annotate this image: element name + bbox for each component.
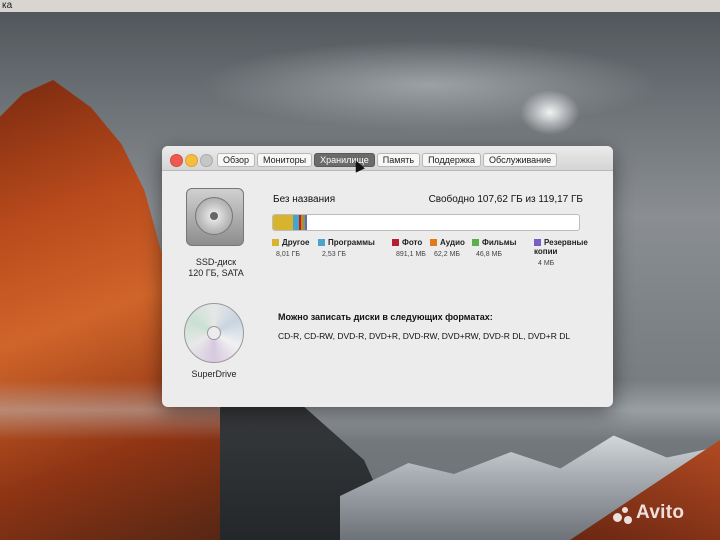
optical-disc-icon	[184, 303, 244, 363]
legend-item: Другое 8,01 ГБ	[272, 238, 310, 258]
legend-label: Аудио	[440, 238, 465, 247]
window-titlebar[interactable]: Обзор Мониторы Хранилище Память Поддержк…	[162, 146, 613, 173]
superdrive-label: SuperDrive	[191, 369, 237, 379]
burn-formats-title: Можно записать диски в следующих формата…	[278, 312, 493, 322]
about-this-mac-window: Обзор Мониторы Хранилище Память Поддержк…	[162, 146, 613, 407]
disk-name: SSD-диск	[195, 257, 237, 267]
usage-segment	[305, 215, 308, 230]
menu-bar-text: ка	[2, 0, 13, 11]
watermark-text: Avito	[636, 502, 685, 523]
tab-bar: Обзор Мониторы Хранилище Память Поддержк…	[217, 153, 558, 167]
storage-legend: Другое 8,01 ГБ Программы 2,53 ГБ Фото 891,1 М…	[272, 238, 612, 267]
legend-label: Другое	[282, 238, 310, 247]
legend-label: Фото	[402, 238, 423, 247]
legend-swatch	[534, 239, 541, 246]
legend-item: Фото 891,1 МБ	[392, 238, 426, 258]
close-button[interactable]	[170, 154, 183, 167]
legend-item: Резервные копии 4 МБ	[534, 238, 612, 267]
legend-swatch	[392, 239, 399, 246]
legend-size: 891,1 МБ	[396, 251, 426, 258]
background-cloud-highlight	[520, 90, 580, 135]
tab-support[interactable]: Поддержка	[422, 153, 482, 167]
storage-usage-bar	[272, 214, 580, 231]
volume-name: Без названия	[273, 194, 336, 205]
legend-swatch	[472, 239, 479, 246]
legend-swatch	[430, 239, 437, 246]
tab-memory[interactable]: Память	[376, 153, 421, 167]
legend-swatch	[272, 239, 279, 246]
legend-item: Аудио 62,2 МБ	[430, 238, 465, 258]
legend-swatch	[318, 239, 325, 246]
usage-segment	[273, 215, 293, 230]
hard-drive-icon	[186, 188, 244, 246]
legend-label: Программы	[328, 238, 375, 247]
legend-item: Фильмы 46,8 МБ	[472, 238, 517, 258]
legend-size: 46,8 МБ	[476, 251, 502, 258]
menu-bar: ка	[0, 0, 720, 12]
legend-label: Фильмы	[482, 238, 517, 247]
zoom-button[interactable]	[200, 154, 213, 167]
legend-item: Программы 2,53 ГБ	[318, 238, 375, 258]
free-space-text: Свободно 107,62 ГБ из 119,17 ГБ	[428, 194, 583, 205]
burn-formats-list: CD-R, CD-RW, DVD-R, DVD+R, DVD-RW, DVD+R…	[278, 331, 571, 341]
tab-overview[interactable]: Обзор	[217, 153, 255, 167]
minimize-button[interactable]	[185, 154, 198, 167]
disk-detail: 120 ГБ, SATA	[188, 268, 244, 278]
legend-size: 8,01 ГБ	[276, 251, 300, 258]
tab-storage[interactable]: Хранилище	[314, 153, 375, 167]
background-cloud	[200, 40, 660, 130]
tab-displays[interactable]: Мониторы	[257, 153, 313, 167]
avito-logo-icon	[613, 505, 633, 525]
legend-label: Резервные копии	[534, 238, 588, 256]
tab-service[interactable]: Обслуживание	[483, 153, 558, 167]
legend-size: 2,53 ГБ	[322, 251, 346, 258]
legend-size: 62,2 МБ	[434, 251, 460, 258]
legend-size: 4 МБ	[538, 260, 555, 267]
